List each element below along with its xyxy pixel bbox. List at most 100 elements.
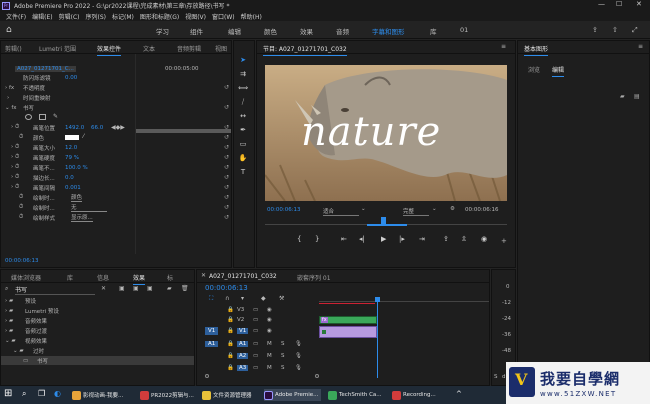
mark-in-icon[interactable]: {: [297, 235, 301, 243]
list-item[interactable]: › ▰ 预设: [1, 296, 194, 305]
slip-tool-icon[interactable]: ↔: [238, 111, 248, 121]
tab-effects[interactable]: 效果: [133, 273, 146, 285]
reset-icon[interactable]: ↺: [224, 144, 229, 151]
ec-current-timecode[interactable]: 00:00:06:13: [5, 258, 39, 264]
clear-search-icon[interactable]: ✕: [101, 285, 106, 292]
close-icon[interactable]: ✕: [636, 0, 642, 8]
effect-row[interactable]: ⌄ fx 书写 ↺: [1, 103, 233, 112]
timeline-tab-sequence[interactable]: A027_01271701_C032: [209, 273, 277, 283]
track-header[interactable]: 🔒 V3 ▭ ◉: [197, 306, 319, 315]
effect-row[interactable]: › fx 不透明度 ↺: [1, 83, 233, 92]
menu-help[interactable]: 帮助(H): [241, 12, 262, 21]
clip-name[interactable]: A027_01271701_C...: [15, 66, 76, 72]
home-icon[interactable]: ⌂: [6, 25, 12, 35]
hand-tool-icon[interactable]: ✋: [238, 153, 248, 163]
sync-lock-icon[interactable]: ▭: [253, 317, 258, 323]
menu-graphics[interactable]: 图形和标题(G): [140, 12, 179, 21]
lift-icon[interactable]: ⇪: [443, 235, 449, 243]
marker-icon[interactable]: ◆: [261, 295, 266, 302]
rect-mask-icon[interactable]: [39, 114, 46, 120]
sync-lock-icon[interactable]: ▭: [253, 341, 258, 347]
track-header[interactable]: 🔒 A3 ▭ M S 🎙: [197, 364, 319, 374]
taskbar-item[interactable]: 影视动画-我要...: [72, 389, 123, 401]
reset-icon[interactable]: ↺: [224, 184, 229, 191]
settings-wrench-icon[interactable]: ⚙: [450, 206, 455, 212]
solo-icon[interactable]: S: [281, 341, 285, 347]
timeline-ruler[interactable]: [319, 294, 489, 302]
track-header[interactable]: 🔒 A2 ▭ M S 🎙: [197, 352, 319, 362]
eye-icon[interactable]: ◉: [267, 328, 272, 334]
source-patch-v1[interactable]: V1: [205, 327, 219, 335]
windows-start-icon[interactable]: ⊞: [4, 388, 12, 399]
go-to-in-icon[interactable]: ⇤: [341, 235, 347, 243]
program-timecode[interactable]: 00:00:06:13: [267, 207, 301, 213]
maximize-icon[interactable]: ☐: [616, 0, 622, 8]
menu-file[interactable]: 文件(F): [6, 12, 26, 21]
playhead-icon[interactable]: [381, 217, 386, 224]
pen-mask-icon[interactable]: ✎: [53, 113, 58, 120]
solo-icon[interactable]: S: [281, 365, 285, 371]
lock-icon[interactable]: 🔒: [227, 317, 234, 323]
accelerated-effects-icon[interactable]: ▣: [119, 285, 125, 292]
effect-row[interactable]: ⏱ 绘制时... 无 ↺: [1, 203, 233, 212]
fullscreen-icon[interactable]: ⤢: [632, 26, 638, 35]
timeline-settings-icon[interactable]: ⚒: [279, 295, 284, 302]
source-patch-a1[interactable]: A1: [205, 341, 219, 347]
effect-row[interactable]: ⏱ 颜色 ⁄ ↺: [1, 133, 233, 142]
list-item-selected[interactable]: ▭ 书写: [1, 356, 194, 365]
pen-tool-icon[interactable]: ✒: [238, 125, 248, 135]
graphics-clip-v2[interactable]: fx: [319, 316, 377, 324]
menu-sequence[interactable]: 序列(S): [86, 12, 107, 21]
lock-icon[interactable]: 🔒: [227, 328, 234, 334]
mute-icon[interactable]: M: [267, 353, 272, 359]
new-layer-icon[interactable]: ▤: [634, 93, 640, 100]
timeline-tab-nested[interactable]: 嵌套序列 01: [297, 273, 331, 282]
effect-row[interactable]: ⏱ 绘制时... 颜色 ↺: [1, 193, 233, 202]
ws-learn[interactable]: 学习: [156, 26, 169, 36]
ws-color[interactable]: 颜色: [264, 26, 277, 36]
tray-arrow-icon[interactable]: ^: [456, 390, 462, 398]
add-marker-icon[interactable]: ▾: [241, 295, 244, 302]
eg-tab-browse[interactable]: 浏览: [528, 65, 540, 74]
extract-icon[interactable]: ⇫: [461, 235, 467, 243]
razor-tool-icon[interactable]: ⧸: [238, 97, 248, 107]
stopwatch-icon[interactable]: › ⏱: [11, 124, 19, 131]
reset-icon[interactable]: ↺: [224, 104, 229, 111]
sync-lock-icon[interactable]: ▭: [253, 353, 258, 359]
export-frame-icon[interactable]: ◉: [481, 235, 487, 243]
color-swatch[interactable]: [65, 135, 79, 140]
panel-menu-icon[interactable]: ≡: [638, 43, 643, 50]
step-forward-icon[interactable]: |▸: [399, 235, 405, 243]
tab-audio-clip-mixer[interactable]: 音频剪辑: [177, 44, 201, 53]
reset-icon[interactable]: ↺: [224, 134, 229, 141]
effect-row[interactable]: › ⏱ 描边长... 0.0 ↺: [1, 173, 233, 182]
tab-markers[interactable]: 标: [167, 273, 173, 282]
close-tab-icon[interactable]: ✕: [201, 272, 206, 279]
ellipse-mask-icon[interactable]: [25, 114, 32, 120]
mute-icon[interactable]: M: [267, 341, 272, 347]
tab-lumetri-scopes[interactable]: Lumetri 范围: [39, 44, 76, 53]
list-item[interactable]: › ▰ Lumetri 预设: [1, 306, 194, 315]
effect-row[interactable]: › ⏱ 画笔不... 100.0 % ↺: [1, 163, 233, 172]
effect-row[interactable]: ⏱ 绘制样式 显示原... ↺: [1, 213, 233, 222]
taskbar-item-active[interactable]: Adobe Premie...: [264, 389, 322, 401]
go-to-out-icon[interactable]: ⇥: [419, 235, 425, 243]
mark-out-icon[interactable]: }: [315, 235, 319, 243]
timeline-scrollbar[interactable]: [205, 374, 489, 380]
type-tool-icon[interactable]: T: [238, 167, 248, 177]
mic-icon[interactable]: 🎙: [295, 365, 302, 371]
quick-export-icon[interactable]: ⇧: [612, 26, 618, 34]
zoom-select[interactable]: 适合: [323, 207, 359, 216]
lock-icon[interactable]: 🔒: [227, 353, 234, 359]
tab-media-browser[interactable]: 媒体浏览器: [11, 273, 41, 282]
search-icon[interactable]: ⌕: [22, 389, 26, 399]
task-view-icon[interactable]: ❐: [38, 389, 45, 398]
panel-menu-icon[interactable]: ≡: [501, 43, 506, 50]
effect-row[interactable]: › ⏱ 画笔间隔 0.001 ↺: [1, 183, 233, 192]
menu-window[interactable]: 窗口(W): [212, 12, 235, 21]
lock-icon[interactable]: 🔒: [227, 365, 234, 371]
lock-icon[interactable]: 🔒: [227, 341, 234, 347]
track-header[interactable]: 🔒 V2 ▭ ◉: [197, 316, 319, 325]
overlay-text[interactable]: nature: [301, 109, 441, 155]
ws-library[interactable]: 库: [430, 26, 437, 36]
